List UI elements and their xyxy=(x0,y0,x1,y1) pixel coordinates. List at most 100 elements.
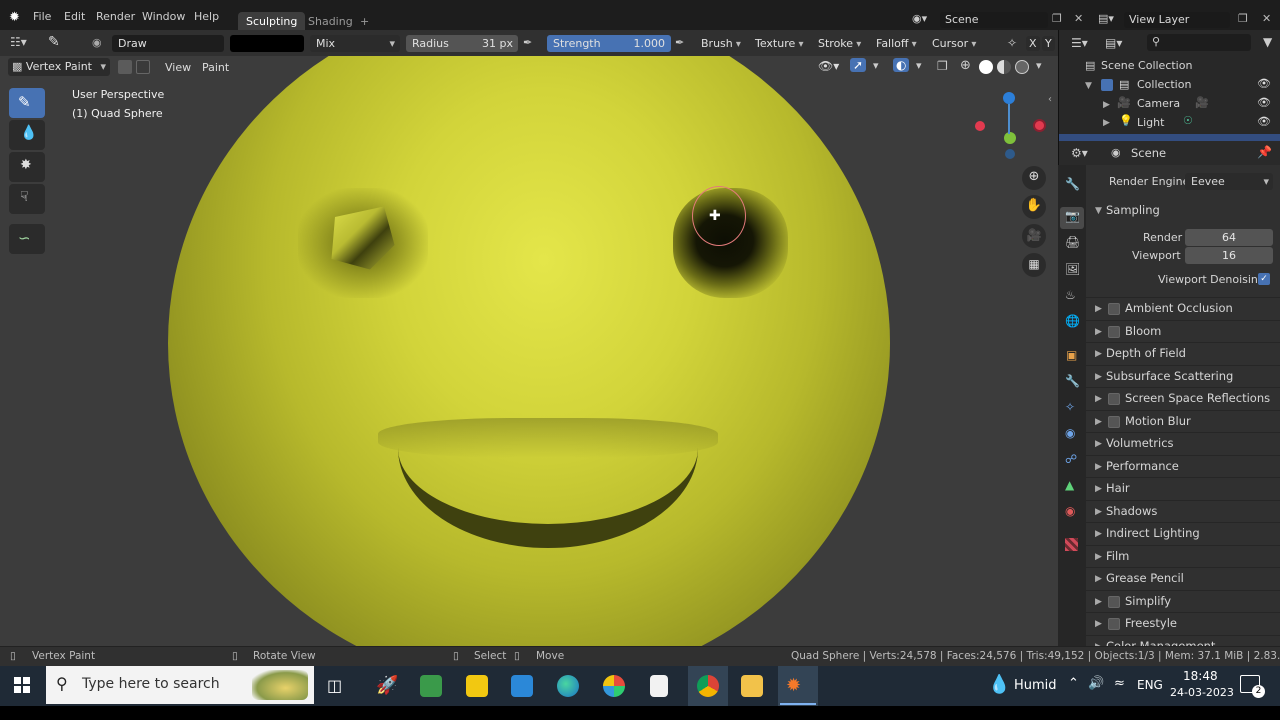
gizmo-y-axis[interactable] xyxy=(1004,132,1016,144)
physics-tab-icon[interactable]: ◉ xyxy=(1065,426,1075,440)
add-workspace-button[interactable]: + xyxy=(352,12,377,30)
strength-slider[interactable]: Strength 1.000 xyxy=(547,35,671,52)
windows-start-icon[interactable] xyxy=(14,677,30,693)
section-row[interactable]: ▶ Performance xyxy=(1059,454,1280,478)
file-document-icon[interactable] xyxy=(650,675,668,697)
section-row[interactable]: ▶ Simplify xyxy=(1059,589,1280,613)
language-indicator[interactable]: ENG xyxy=(1137,678,1163,692)
visibility-icon[interactable]: 👁▾ xyxy=(818,59,839,73)
brush-color-swatch[interactable] xyxy=(230,35,304,52)
section-row[interactable]: ▶ Volumetrics xyxy=(1059,432,1280,455)
render-engine-dropdown[interactable]: Eevee ▾ xyxy=(1185,173,1273,190)
clock-time[interactable]: 18:48 xyxy=(1183,669,1218,683)
expand-arrow-icon[interactable]: ▶ xyxy=(1095,484,1102,494)
expand-arrow-icon[interactable]: ▶ xyxy=(1095,417,1102,427)
radius-slider[interactable]: Radius 31 px xyxy=(406,35,518,52)
chevron-down-icon[interactable]: ▾ xyxy=(1036,59,1042,72)
section-row[interactable]: ▶ Shadows xyxy=(1059,499,1280,523)
eye-icon[interactable]: 👁 xyxy=(1257,96,1271,109)
properties-editor-icon[interactable]: ⚙▾ xyxy=(1071,146,1088,160)
brush-browse-icon[interactable]: ◉ xyxy=(92,36,102,49)
weather-label[interactable]: Humid xyxy=(1014,678,1057,693)
material-shading-icon[interactable] xyxy=(997,60,1011,74)
3d-viewport[interactable]: ✚ User Perspective (1) Quad Sphere ✎ 💧 ✸… xyxy=(0,56,1058,646)
chrome-browser-icon[interactable] xyxy=(697,675,719,697)
output-tab-icon[interactable]: 🖨 xyxy=(1065,235,1080,249)
new-scene-icon[interactable]: ❐ xyxy=(1052,12,1062,25)
modifier-tab-icon[interactable]: 🔧 xyxy=(1065,374,1080,388)
eye-icon[interactable]: 👁 xyxy=(1257,115,1271,128)
section-row[interactable]: ▶ Screen Space Reflections xyxy=(1059,387,1280,410)
menu-window[interactable]: Window xyxy=(142,10,185,23)
blender-logo-icon[interactable]: ✹ xyxy=(9,10,20,25)
expand-arrow-icon[interactable]: ▶ xyxy=(1095,439,1102,449)
expand-arrow-icon[interactable]: ▶ xyxy=(1095,529,1102,539)
search-highlight-image[interactable] xyxy=(252,670,308,700)
paint-menu[interactable]: Paint xyxy=(202,61,229,74)
section-checkbox[interactable] xyxy=(1108,595,1120,608)
new-view-layer-icon[interactable]: ❐ xyxy=(1238,12,1248,25)
solid-shading-icon[interactable] xyxy=(979,60,993,74)
wifi-icon[interactable]: ≈ xyxy=(1114,676,1125,691)
view-layer-tab-icon[interactable]: 🖼 xyxy=(1065,262,1080,276)
display-mode-icon[interactable]: ▤▾ xyxy=(1105,36,1122,50)
expand-arrow-icon[interactable]: ▼ xyxy=(1085,81,1092,91)
expand-arrow-icon[interactable]: ▶ xyxy=(1095,349,1102,359)
menu-help[interactable]: Help xyxy=(194,10,219,23)
editor-type-icon[interactable]: ☷▾ xyxy=(10,35,27,49)
view-layer-selector[interactable]: View Layer xyxy=(1124,12,1230,28)
brush-name-field[interactable]: Draw xyxy=(112,35,224,52)
menu-render[interactable]: Render xyxy=(96,10,135,23)
texture-tab-icon[interactable] xyxy=(1065,538,1078,551)
hand-pan-icon[interactable]: ✋ xyxy=(1022,195,1046,219)
weather-droplet-icon[interactable]: 💧 xyxy=(988,674,1010,695)
outliner-scene-collection[interactable]: Scene Collection xyxy=(1101,59,1192,72)
view-menu[interactable]: View xyxy=(165,61,191,74)
pin-icon[interactable]: 📌 xyxy=(1257,145,1272,159)
menu-file[interactable]: File xyxy=(33,10,51,23)
section-checkbox[interactable] xyxy=(1108,618,1120,630)
camera-view-icon[interactable]: 🎥 xyxy=(1022,224,1046,248)
delete-view-layer-icon[interactable]: ✕ xyxy=(1262,12,1271,25)
section-row[interactable]: ▶ Hair xyxy=(1059,477,1280,500)
app-colorful-icon[interactable] xyxy=(603,675,625,697)
section-row[interactable]: ▶ Ambient Occlusion xyxy=(1059,297,1280,320)
expand-arrow-icon[interactable]: ▶ xyxy=(1095,597,1102,607)
expand-arrow-icon[interactable]: ▶ xyxy=(1095,327,1102,337)
expand-arrow-icon[interactable]: ▶ xyxy=(1095,552,1102,562)
outliner-camera[interactable]: Camera xyxy=(1137,97,1180,110)
render-samples-field[interactable]: 64 xyxy=(1185,229,1273,246)
eye-icon[interactable]: 👁 xyxy=(1257,77,1271,90)
stroke-menu[interactable]: Stroke xyxy=(818,35,861,52)
section-row[interactable]: ▶ Subsurface Scattering xyxy=(1059,364,1280,388)
clock-date[interactable]: 24-03-2023 xyxy=(1170,686,1234,699)
sticky-notes-icon[interactable] xyxy=(466,675,488,697)
expand-arrow-icon[interactable]: ▶ xyxy=(1095,304,1102,314)
object-tab-icon[interactable]: ▣ xyxy=(1066,348,1077,362)
expand-arrow-icon[interactable]: ▶ xyxy=(1095,462,1102,472)
scene-tab-icon[interactable]: ♨ xyxy=(1065,288,1076,302)
symmetry-icon[interactable]: ✧ xyxy=(1007,36,1017,50)
expand-arrow-icon[interactable]: ▶ xyxy=(1095,619,1102,629)
mode-selector[interactable]: ▩ Vertex Paint ▾ xyxy=(8,58,110,76)
outliner-selected-row[interactable] xyxy=(1059,134,1280,141)
section-row[interactable]: ▶ Indirect Lighting xyxy=(1059,522,1280,545)
chevron-down-icon[interactable]: ▾ xyxy=(873,59,879,72)
expand-arrow-icon[interactable]: ▶ xyxy=(1095,507,1102,517)
overlays-toggle-icon[interactable]: ◐ xyxy=(893,58,910,72)
tool-average-button[interactable]: ✸ xyxy=(9,152,45,182)
section-row[interactable]: ▶ Bloom xyxy=(1059,319,1280,343)
section-row[interactable]: ▶ Film xyxy=(1059,544,1280,568)
scene-selector[interactable]: Scene xyxy=(940,12,1048,28)
task-view-icon[interactable]: ◫ xyxy=(327,676,342,695)
vertex-select-toggle[interactable] xyxy=(136,60,150,74)
rendered-shading-icon[interactable] xyxy=(1015,60,1029,74)
constraints-tab-icon[interactable]: ☍ xyxy=(1065,452,1077,466)
file-explorer-icon[interactable] xyxy=(741,675,763,697)
collapse-arrow-icon[interactable]: ‹ xyxy=(1048,94,1052,105)
gizmo-x-axis[interactable] xyxy=(1033,119,1046,132)
blender-app-icon[interactable]: ✹ xyxy=(786,675,801,696)
radius-pressure-icon[interactable]: ✒ xyxy=(523,36,532,49)
grid-ortho-icon[interactable]: ▦ xyxy=(1022,253,1046,277)
quad-sphere-mesh[interactable] xyxy=(168,56,890,646)
